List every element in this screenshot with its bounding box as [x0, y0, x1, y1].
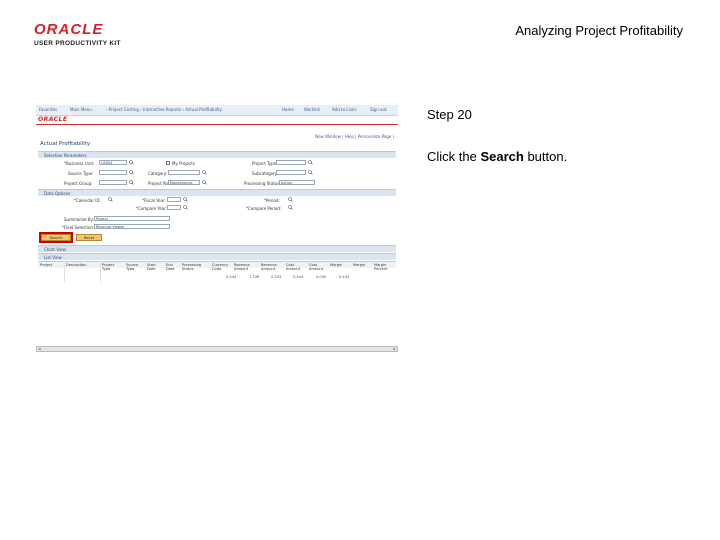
section-header-list-view[interactable]: List View	[38, 253, 396, 260]
instruction-suffix: button.	[523, 149, 568, 164]
grid-cell: 0.444	[226, 275, 237, 279]
step-number: Step 20	[427, 107, 472, 122]
grid-cell: 1.338	[249, 275, 260, 279]
scroll-left-arrow-icon[interactable]: ◂	[37, 347, 42, 351]
source-type-field[interactable]	[99, 170, 127, 175]
col-header-margin-percent[interactable]: Margin Percent	[374, 263, 388, 271]
nav-link-favorites[interactable]: Favorites	[39, 107, 57, 112]
calendar-id-label: *Calendar ID:	[74, 198, 101, 203]
col-header-cost-amount-2[interactable]: Cost Amount	[309, 263, 323, 271]
col-header-project[interactable]: Project	[40, 263, 52, 267]
subcategory-label: Subcategory:	[252, 171, 279, 176]
lookup-icon[interactable]	[288, 205, 293, 210]
reset-button[interactable]: Reset	[76, 234, 102, 241]
grid-divider	[100, 261, 101, 283]
summarize-by-label: Summarize By:	[64, 217, 95, 222]
grid-cell: 0.333	[271, 275, 282, 279]
search-button-highlight	[39, 232, 73, 243]
compare-year-label: *Compare Year:	[136, 206, 168, 211]
lookup-icon[interactable]	[183, 197, 188, 202]
fiscal-year-field[interactable]	[167, 197, 181, 202]
col-header-start-date[interactable]: Start Date	[147, 263, 156, 271]
oracle-upk-logo: ORACLE USER PRODUCTIVITY KIT	[34, 22, 134, 50]
lookup-icon[interactable]	[202, 170, 207, 175]
business-unit-field[interactable]: US004	[99, 160, 127, 165]
logo-subtitle: USER PRODUCTIVITY KIT	[34, 40, 121, 47]
nav-link-worklist[interactable]: Worklist	[304, 107, 320, 112]
field-selection-select[interactable]: Revenue Viewer	[94, 224, 170, 229]
field-selection-label: *Field Selection:	[62, 225, 95, 230]
nav-link-home[interactable]: Home	[282, 107, 294, 112]
lookup-icon[interactable]	[108, 197, 113, 202]
col-header-revenue-amount-2[interactable]: Revenue Amount	[261, 263, 277, 271]
section-label: Selection Parameters	[44, 153, 87, 158]
grid-cell: 0.404	[293, 275, 304, 279]
document-title: Analyzing Project Profitability	[515, 23, 683, 38]
project-role-field[interactable]: Maintenance	[168, 180, 200, 185]
app-top-nav: Favorites Main Menu › Project Costing › …	[36, 105, 398, 116]
category-label: Category:	[148, 171, 168, 176]
col-header-processing-status[interactable]: Processing Status	[182, 263, 201, 271]
section-header-data-options[interactable]: Data Options	[38, 189, 396, 196]
scroll-right-arrow-icon[interactable]: ▸	[392, 347, 397, 351]
period-label: *Period:	[264, 198, 280, 203]
category-field[interactable]	[168, 170, 200, 175]
page-utility-links[interactable]: New Window | Help | Personalize Page |	[315, 134, 394, 139]
section-label: Chart View	[44, 247, 66, 252]
project-type-label: Project Type:	[252, 161, 278, 166]
section-header-chart-view[interactable]: Chart View	[38, 245, 396, 252]
source-type-label: Source Type:	[68, 171, 94, 176]
brand-rule	[36, 124, 398, 125]
project-group-field[interactable]	[99, 180, 127, 185]
summarize-by-select[interactable]: Project	[94, 216, 170, 221]
col-header-margin[interactable]: Margin	[330, 263, 342, 267]
grid-cell: 0.444	[339, 275, 350, 279]
section-label: Data Options	[44, 191, 71, 196]
horizontal-scrollbar[interactable]: ◂ ▸	[36, 346, 398, 352]
project-type-field[interactable]	[276, 160, 306, 165]
instruction-target: Search	[480, 149, 524, 164]
compare-year-field[interactable]	[167, 205, 181, 210]
fiscal-year-label: *Fiscal Year:	[142, 198, 166, 203]
lookup-icon[interactable]	[129, 160, 134, 165]
lookup-icon[interactable]	[129, 170, 134, 175]
col-header-project-type[interactable]: Project Type	[102, 263, 114, 271]
nav-breadcrumb: › Project Costing › Interactive Reports …	[106, 107, 222, 112]
step-instruction: Click the Search button.	[427, 149, 567, 164]
nav-link-main-menu[interactable]: Main Menu	[70, 107, 92, 112]
app-brand-logo: ORACLE	[38, 116, 68, 123]
lookup-icon[interactable]	[308, 160, 313, 165]
col-header-end-date[interactable]: End Date	[166, 263, 175, 271]
project-group-label: Project Group:	[64, 181, 93, 186]
processing-status-label: Processing Status:	[244, 181, 281, 186]
col-header-margin-2[interactable]: Margin	[353, 263, 365, 267]
my-projects-label: My Projects	[172, 161, 195, 166]
logo-wordmark: ORACLE	[34, 21, 104, 38]
section-label: List View	[44, 255, 62, 260]
lookup-icon[interactable]	[202, 180, 207, 185]
col-header-revenue-amount[interactable]: Revenue Amount	[234, 263, 250, 271]
application-screenshot: Favorites Main Menu › Project Costing › …	[36, 105, 398, 353]
col-header-source-type[interactable]: Source Type	[126, 263, 138, 271]
col-header-cost-amount[interactable]: Cost Amount	[286, 263, 300, 271]
lookup-icon[interactable]	[288, 197, 293, 202]
grid-cell: 4.000	[316, 275, 327, 279]
nav-link-signout[interactable]: Sign out	[370, 107, 387, 112]
processing-status-select[interactable]: Active	[279, 180, 315, 185]
nav-link-addto[interactable]: Add to Links	[332, 107, 357, 112]
lookup-icon[interactable]	[183, 205, 188, 210]
col-header-description[interactable]: Description	[66, 263, 86, 267]
lookup-icon[interactable]	[129, 180, 134, 185]
col-header-currency-code[interactable]: Currency Code	[212, 263, 228, 271]
subcategory-field[interactable]	[276, 170, 306, 175]
section-header-selection[interactable]: Selection Parameters	[38, 151, 396, 158]
lookup-icon[interactable]	[308, 170, 313, 175]
business-unit-label: *Business Unit:	[64, 161, 95, 166]
my-projects-checkbox[interactable]	[166, 161, 170, 165]
instruction-prefix: Click the	[427, 149, 481, 164]
grid-divider	[64, 261, 65, 283]
compare-period-label: *Compare Period:	[246, 206, 282, 211]
page-title: Actual Profitability	[40, 141, 91, 147]
